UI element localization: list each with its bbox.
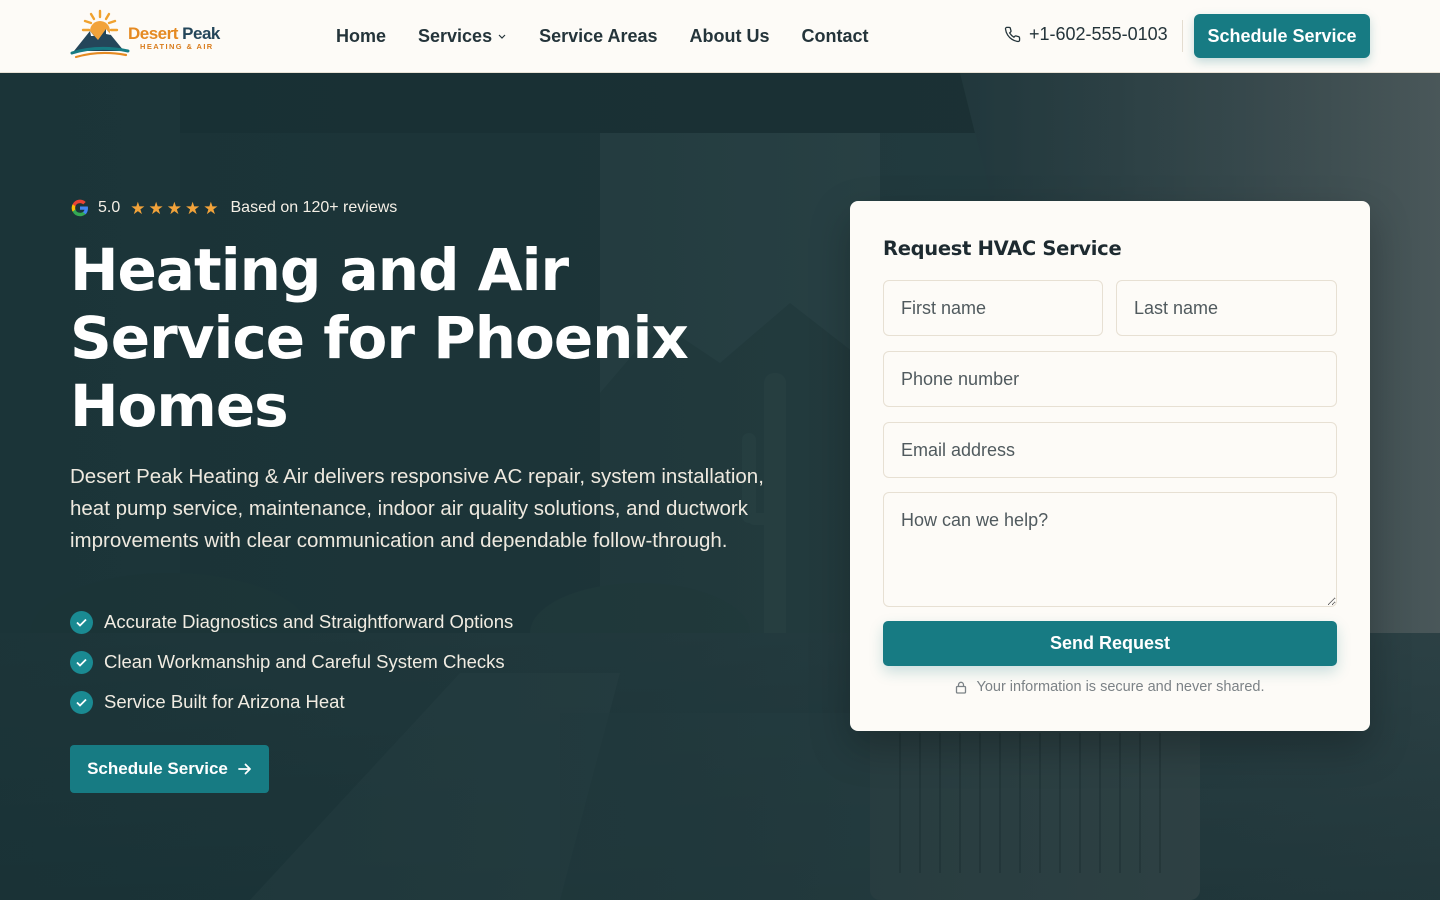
benefit-item: Clean Workmanship and Careful System Che… bbox=[70, 648, 513, 676]
benefit-text: Service Built for Arizona Heat bbox=[104, 691, 345, 712]
nav-contact[interactable]: Contact bbox=[802, 26, 869, 47]
benefit-text: Clean Workmanship and Careful System Che… bbox=[104, 651, 505, 672]
nav-home[interactable]: Home bbox=[336, 26, 386, 47]
security-note-text: Your information is secure and never sha… bbox=[976, 679, 1265, 695]
star-rating: ★ ★ ★ ★ ★ bbox=[130, 200, 218, 217]
nav-home-label: Home bbox=[336, 25, 387, 46]
phone-input[interactable] bbox=[883, 351, 1337, 407]
star-icon: ★ bbox=[148, 198, 164, 218]
site-header: Desert Peak HEATING & AIR Home Services … bbox=[0, 0, 1440, 73]
hero-title: Heating and Air Service for Phoenix Home… bbox=[70, 236, 689, 440]
star-icon: ★ bbox=[130, 198, 146, 218]
phone-link[interactable]: +1-602-555-0103 bbox=[1004, 24, 1168, 45]
check-icon bbox=[70, 690, 93, 714]
service-request-form: Request HVAC Service Send Request Your i… bbox=[850, 201, 1370, 731]
phone-number: +1-602-555-0103 bbox=[1029, 24, 1168, 44]
message-textarea[interactable] bbox=[883, 492, 1337, 607]
hero-schedule-label: Schedule Service bbox=[87, 759, 228, 778]
benefit-item: Service Built for Arizona Heat bbox=[70, 688, 513, 716]
benefit-text: Accurate Diagnostics and Straightforward… bbox=[104, 611, 514, 632]
google-icon bbox=[71, 199, 88, 217]
phone-icon bbox=[1004, 26, 1021, 43]
header-divider bbox=[1182, 20, 1183, 52]
send-request-button[interactable]: Send Request bbox=[883, 621, 1337, 666]
form-title: Request HVAC Service bbox=[883, 237, 1122, 260]
arrow-right-icon bbox=[238, 763, 251, 775]
chevron-down-icon bbox=[498, 34, 506, 39]
nav-service-areas-label: Service Areas bbox=[539, 25, 658, 46]
email-input[interactable] bbox=[883, 422, 1337, 478]
star-icon: ★ bbox=[203, 198, 219, 218]
lock-icon bbox=[956, 681, 967, 694]
security-note: Your information is secure and never sha… bbox=[850, 679, 1370, 695]
hero-description: Desert Peak Heating & Air delivers respo… bbox=[70, 465, 764, 552]
reviews-count: Based on 120+ reviews bbox=[230, 199, 398, 216]
rating-summary: 5.0 ★ ★ ★ ★ ★ Based on 120+ reviews bbox=[70, 198, 397, 218]
benefits-list: Accurate Diagnostics and Straightforward… bbox=[70, 608, 513, 728]
star-icon: ★ bbox=[185, 198, 201, 218]
check-icon bbox=[70, 610, 93, 634]
first-name-input[interactable] bbox=[883, 280, 1103, 336]
header-schedule-button[interactable]: Schedule Service bbox=[1194, 14, 1370, 58]
hero-schedule-button[interactable]: Schedule Service bbox=[70, 745, 269, 793]
main-nav: Home Services Service Areas About Us Con… bbox=[336, 0, 869, 72]
nav-about-us[interactable]: About Us bbox=[690, 26, 770, 47]
nav-services-label: Services bbox=[418, 25, 493, 46]
rating-score: 5.0 bbox=[98, 199, 121, 216]
nav-service-areas[interactable]: Service Areas bbox=[539, 26, 657, 47]
logo-wordmark: Desert Peak bbox=[128, 24, 220, 43]
logo-tagline: HEATING & AIR bbox=[140, 42, 214, 51]
nav-contact-label: Contact bbox=[801, 25, 869, 46]
benefit-item: Accurate Diagnostics and Straightforward… bbox=[70, 608, 513, 636]
star-icon: ★ bbox=[166, 198, 182, 218]
nav-about-us-label: About Us bbox=[689, 25, 770, 46]
check-icon bbox=[70, 650, 93, 674]
last-name-input[interactable] bbox=[1116, 280, 1337, 336]
nav-services[interactable]: Services bbox=[418, 26, 507, 47]
brand-logo[interactable]: Desert Peak HEATING & AIR bbox=[70, 9, 230, 61]
